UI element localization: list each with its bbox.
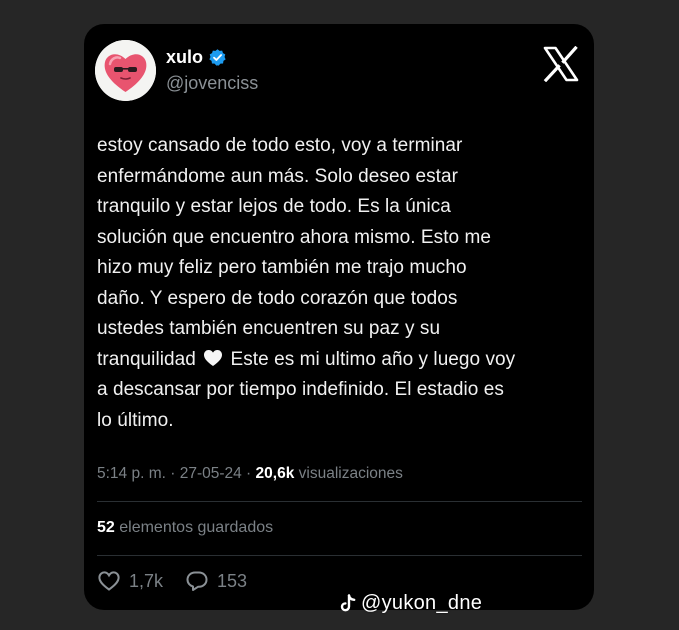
tiktok-icon [340, 593, 356, 611]
like-count: 1,7k [129, 570, 164, 591]
white-heart-emoji-icon [203, 349, 223, 367]
post-card[interactable]: xulo @jovenciss estoy cansado de todo es… [84, 24, 594, 610]
author-name-row[interactable]: xulo [166, 45, 227, 69]
post-body-line-with-heart: tranquilidad Este es mi ultimo año y lue… [97, 345, 585, 376]
user-handle[interactable]: @jovenciss [166, 72, 258, 94]
like-button[interactable]: 1,7k [97, 569, 163, 593]
watermark-username: @yukon_dne [361, 591, 483, 614]
heart-avatar-icon [95, 40, 156, 101]
post-body-line: solución que encuentro ahora mismo. Esto… [97, 226, 491, 248]
post-body-line: daño. Y espero de todo corazón que todos [97, 287, 458, 309]
saved-label: elementos guardados [114, 519, 274, 536]
saved-count: 52 [97, 519, 115, 536]
verified-badge-icon [208, 48, 227, 67]
post-body-line: enfermándome aun más. Solo deseo estar [97, 165, 458, 187]
action-bar: 1,7k 153 [97, 568, 247, 594]
views-label: visualizaciones [294, 465, 403, 482]
post-body-line: a descansar por tiempo indefinido. El es… [97, 379, 504, 400]
tiktok-watermark: @yukon_dne [340, 590, 482, 616]
post-body-fragment: tranquilidad [97, 348, 196, 370]
saved-stats[interactable]: 52 elementos guardados [97, 518, 273, 538]
divider [97, 555, 582, 556]
post-body-line: estoy cansado de todo esto, voy a termin… [97, 135, 463, 156]
screenshot-stage: xulo @jovenciss estoy cansado de todo es… [0, 0, 679, 630]
heart-outline-icon [98, 571, 120, 591]
post-body: estoy cansado de todo esto, voy a termin… [97, 131, 585, 436]
post-body-line: lo último. [97, 409, 174, 431]
post-body-line: tranquilo y estar lejos de todo. Es la ú… [97, 196, 451, 217]
display-name[interactable]: xulo [166, 46, 203, 68]
post-meta: 5:14 p. m. · 27-05-24 · 20,6k visualizac… [97, 464, 403, 484]
post-timestamp[interactable]: 5:14 p. m. · 27-05-24 · [97, 465, 256, 482]
views-count: 20,6k [255, 465, 295, 482]
speech-bubble-icon [186, 571, 208, 591]
post-body-fragment: Este es mi ultimo año y luego voy [230, 348, 516, 370]
divider [97, 501, 582, 502]
post-body-line: hizo muy feliz pero también me trajo muc… [97, 257, 467, 278]
x-logo-icon [542, 46, 580, 82]
avatar[interactable] [95, 40, 156, 101]
reply-button[interactable]: 153 [185, 569, 247, 593]
reply-count: 153 [217, 570, 248, 591]
post-body-line: ustedes también encuentren su paz y su [97, 318, 441, 339]
